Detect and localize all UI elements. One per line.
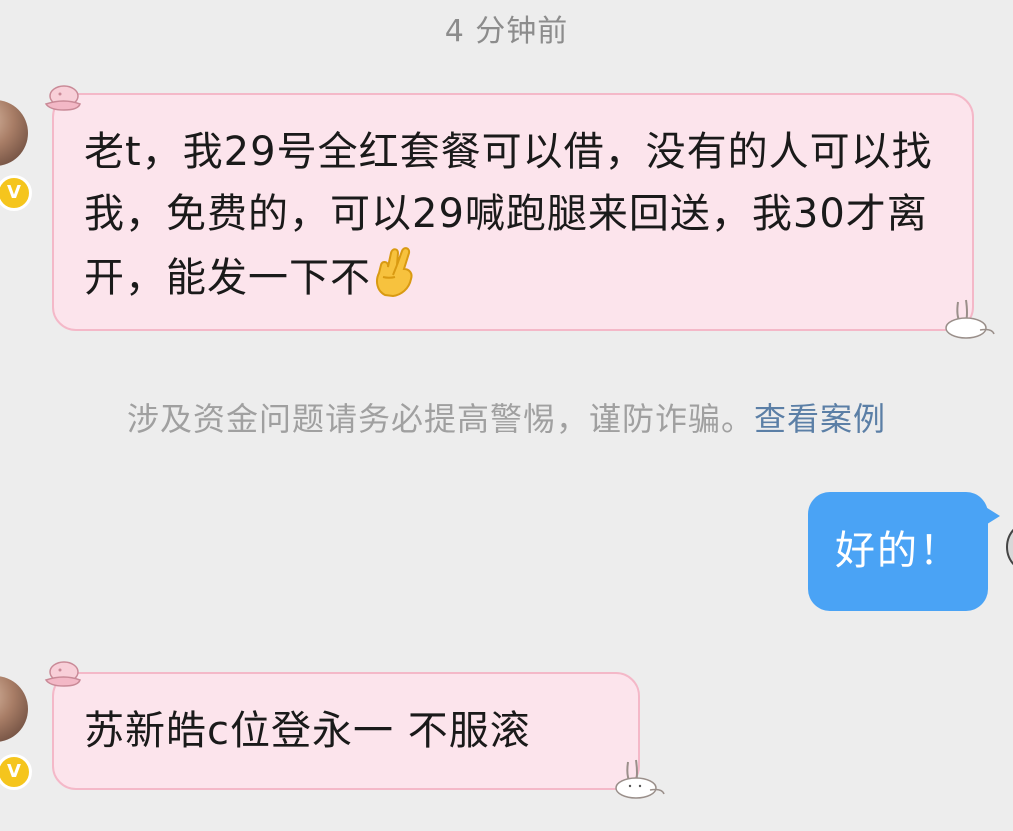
message-text: 苏新皓c位登永一 不服滚 — [84, 708, 531, 754]
fraud-warning-notice: 涉及资金问题请务必提高警惕，谨防诈骗。查看案例 — [0, 394, 1013, 440]
sender-avatar[interactable] — [0, 676, 28, 742]
outgoing-message-bubble[interactable]: 好的！ — [808, 492, 988, 611]
pink-cap-sticker-icon — [40, 84, 84, 114]
bubble-tail — [984, 506, 1000, 526]
incoming-message-bubble[interactable]: 苏新皓c位登永一 不服滚 — [52, 672, 640, 790]
bunny-sticker-icon — [610, 756, 668, 802]
pink-cap-sticker-icon — [40, 660, 84, 690]
chat-timestamp: 4 分钟前 — [444, 14, 569, 49]
incoming-message-bubble[interactable]: 老t，我29号全红套餐可以借，没有的人可以找我，免费的，可以29喊跑腿来回送，我… — [52, 93, 974, 331]
verified-badge-icon: V — [0, 754, 32, 790]
verified-badge-icon: V — [0, 175, 32, 211]
message-text: 老t，我29号全红套餐可以借，没有的人可以找我，免费的，可以29喊跑腿来回送，我… — [84, 129, 933, 301]
message-text: 好的！ — [835, 528, 961, 574]
sender-avatar[interactable] — [0, 100, 28, 166]
notice-text: 涉及资金问题请务必提高警惕，谨防诈骗。 — [126, 400, 754, 438]
bunny-sticker-icon — [940, 296, 998, 342]
view-cases-link[interactable]: 查看案例 — [754, 400, 886, 438]
crossed-fingers-icon — [371, 245, 417, 315]
self-avatar[interactable] — [1006, 520, 1013, 574]
